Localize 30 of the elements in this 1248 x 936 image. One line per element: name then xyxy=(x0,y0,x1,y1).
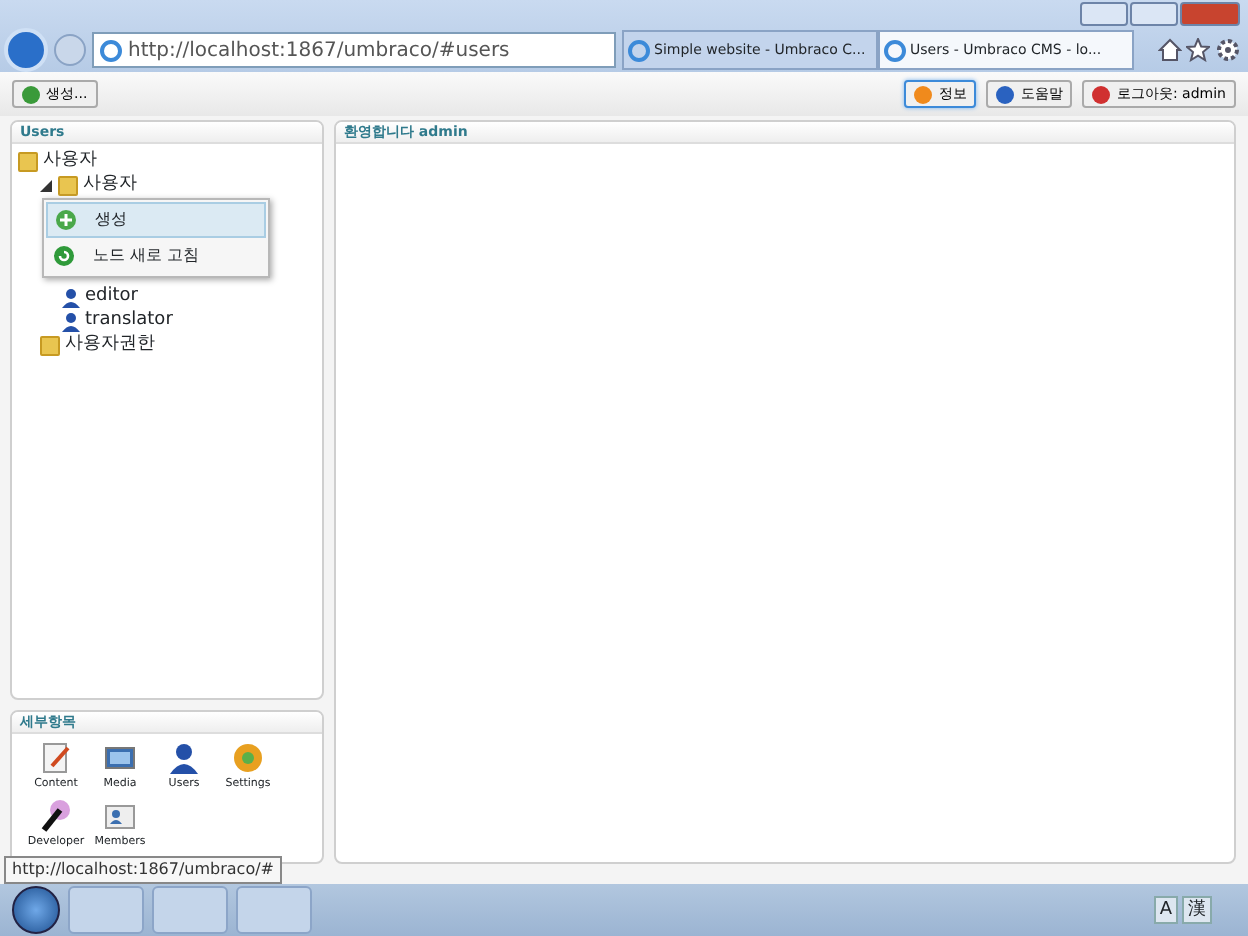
expanded-arrow-icon[interactable] xyxy=(39,179,51,191)
tree-item[interactable]: editor xyxy=(85,283,138,311)
tray-icon[interactable]: 漢 xyxy=(1182,896,1212,924)
back-button[interactable] xyxy=(4,28,48,72)
user-icon xyxy=(61,287,79,307)
home-icon[interactable] xyxy=(1157,38,1181,62)
user-icon xyxy=(61,311,79,331)
minimize-button[interactable] xyxy=(1080,2,1128,26)
folder-icon xyxy=(39,335,59,355)
tree-item[interactable]: 사용자 xyxy=(43,147,97,175)
tree-item[interactable]: translator xyxy=(85,307,173,335)
ball-icon[interactable] xyxy=(232,742,264,774)
menu-item[interactable]: 생성 xyxy=(45,201,265,237)
star-icon[interactable] xyxy=(1186,38,1210,62)
wand-icon[interactable] xyxy=(40,800,72,833)
tree-item[interactable]: 사용자권한 xyxy=(65,331,155,359)
status-tooltip: http://localhost:1867/umbraco/# xyxy=(4,856,282,884)
add-icon xyxy=(55,209,75,229)
tray-icon[interactable]: A xyxy=(1153,896,1178,924)
monitor-icon[interactable] xyxy=(104,742,136,774)
address-bar[interactable]: http://localhost:1867/umbraco/#users xyxy=(92,32,616,68)
restore-button[interactable] xyxy=(1130,2,1178,26)
card-icon[interactable] xyxy=(104,800,136,833)
start-button[interactable] xyxy=(12,886,60,934)
menu-item[interactable]: 노드 새로 고침 xyxy=(45,237,265,273)
pencil-page-icon[interactable] xyxy=(40,742,72,774)
refresh-icon xyxy=(53,245,73,265)
settings-icon[interactable] xyxy=(1215,38,1239,62)
tree-item[interactable]: 사용자 xyxy=(83,171,137,199)
user-icon[interactable] xyxy=(168,742,200,774)
